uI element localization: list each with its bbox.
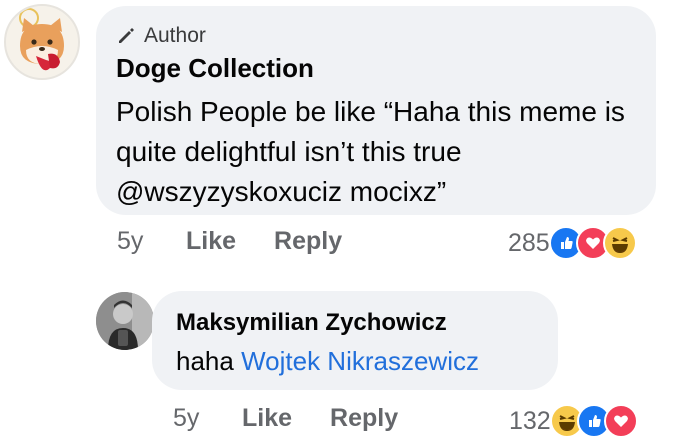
- comment-author-name[interactable]: Doge Collection: [116, 53, 314, 84]
- like-button[interactable]: Like: [186, 227, 236, 256]
- reaction-count: 132: [509, 406, 551, 435]
- reply-text: haha Wojtek Nikraszewicz: [176, 345, 479, 377]
- doge-avatar-image: [6, 6, 78, 78]
- reply-author-name[interactable]: Maksymilian Zychowicz: [176, 309, 447, 337]
- haha-icon: [602, 226, 637, 260]
- reply-timestamp[interactable]: 5y: [173, 404, 242, 433]
- reply-button[interactable]: Reply: [274, 227, 342, 256]
- pencil-icon: [119, 28, 134, 43]
- reaction-summary[interactable]: 285: [508, 226, 637, 260]
- avatar[interactable]: [4, 4, 80, 80]
- comment-text: Polish People be like “Haha this meme is…: [116, 96, 625, 207]
- mention-link[interactable]: Wojtek Nikraszewicz: [241, 346, 479, 376]
- reaction-count: 285: [508, 228, 550, 257]
- like-button[interactable]: Like: [242, 404, 292, 433]
- comment-timestamp[interactable]: 5y: [117, 227, 186, 256]
- reply-text-prefix: haha: [176, 346, 242, 376]
- reply-actions: 5y Like Reply: [173, 404, 398, 433]
- avatar[interactable]: [96, 292, 154, 350]
- reply-bubble: Maksymilian Zychowicz haha Wojtek Nikras…: [152, 291, 558, 390]
- comment-bubble: Author Doge Collection Polish People be …: [96, 6, 656, 215]
- author-badge: Author: [116, 24, 206, 48]
- comment-actions: 5y Like Reply: [117, 227, 342, 256]
- author-badge-label: Author: [144, 24, 206, 47]
- user-avatar-image: [96, 292, 154, 350]
- reply-button[interactable]: Reply: [330, 404, 398, 433]
- reaction-summary[interactable]: 132: [509, 404, 638, 438]
- love-icon: [603, 404, 638, 438]
